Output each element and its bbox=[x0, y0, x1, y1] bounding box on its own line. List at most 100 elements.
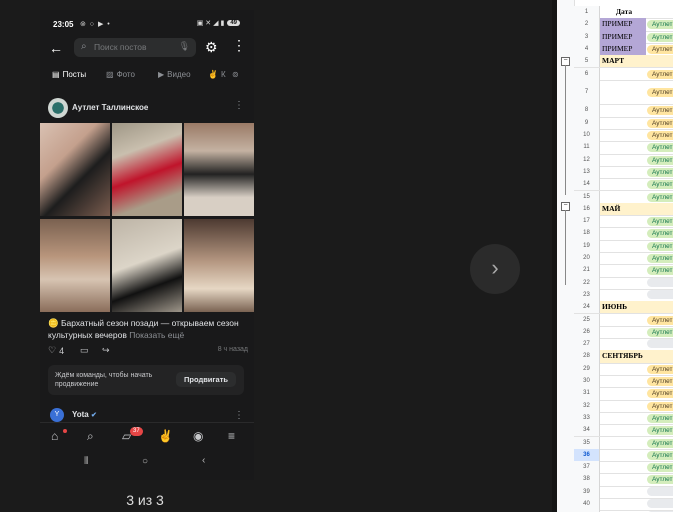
row-number[interactable]: 33 bbox=[574, 411, 600, 425]
cell-status[interactable]: Аутлет bbox=[647, 314, 673, 326]
cell-text[interactable] bbox=[600, 154, 646, 166]
row-number[interactable]: 20 bbox=[574, 252, 600, 265]
row-number[interactable]: 39 bbox=[574, 485, 600, 498]
back-arrow-icon[interactable]: ← bbox=[49, 40, 63, 56]
cell-status[interactable]: Аутлет bbox=[647, 375, 673, 387]
status-chip[interactable] bbox=[647, 289, 673, 299]
tab-video[interactable]: ▶ Видео bbox=[158, 70, 191, 79]
cell-text[interactable] bbox=[600, 338, 646, 350]
status-chip[interactable]: Аутлет bbox=[647, 377, 673, 386]
status-chip[interactable]: Аутлет bbox=[647, 167, 673, 177]
row-number[interactable]: 6 bbox=[574, 67, 600, 80]
cell-text[interactable] bbox=[600, 449, 646, 461]
cell-text[interactable] bbox=[600, 215, 646, 227]
status-chip[interactable]: Аутлет bbox=[647, 69, 673, 79]
status-chip[interactable]: Аутлет bbox=[647, 143, 673, 153]
clips-nav-icon[interactable]: ✌ bbox=[158, 429, 173, 443]
recents-icon[interactable]: ⦀ bbox=[84, 456, 88, 467]
cell-text[interactable] bbox=[600, 141, 646, 153]
row-number[interactable]: 38 bbox=[574, 473, 600, 486]
cell-text[interactable] bbox=[600, 277, 646, 289]
status-chip[interactable]: Аутлет bbox=[647, 413, 673, 423]
post-more-icon[interactable]: ⋮ bbox=[234, 410, 244, 421]
cell-status[interactable]: Аутлет bbox=[647, 449, 673, 461]
status-chip[interactable]: Аутлет bbox=[647, 327, 673, 337]
cell-status[interactable] bbox=[647, 289, 673, 301]
row-number[interactable]: 40 bbox=[574, 498, 600, 511]
like-button[interactable]: ♡ 4 bbox=[48, 345, 64, 356]
photo-1[interactable] bbox=[40, 123, 110, 216]
cell-status[interactable]: Аутлет bbox=[647, 154, 673, 166]
cell-status[interactable]: Аутлет bbox=[647, 68, 673, 80]
row-number[interactable]: 15 bbox=[574, 190, 600, 203]
status-chip[interactable]: Аутлет bbox=[647, 475, 673, 485]
cell-text[interactable] bbox=[600, 326, 646, 338]
cell-status[interactable]: Аутлет bbox=[647, 227, 673, 239]
cell-text[interactable] bbox=[600, 437, 646, 449]
row-number[interactable]: 7 bbox=[574, 79, 600, 105]
cell-text[interactable] bbox=[600, 424, 646, 436]
cell-status[interactable]: Аутлет bbox=[647, 326, 673, 338]
row-number[interactable]: 3 bbox=[574, 30, 600, 43]
row-number[interactable]: 32 bbox=[574, 399, 600, 412]
status-chip[interactable]: Аутлет bbox=[647, 401, 673, 411]
status-chip[interactable]: Аутлет bbox=[647, 315, 673, 325]
search-input[interactable]: ⌕ Поиск постов 🎙︎ bbox=[74, 38, 196, 57]
home-button-icon[interactable]: ○ bbox=[142, 456, 148, 467]
photo-3[interactable] bbox=[184, 123, 254, 216]
cell-text[interactable]: МАРТ bbox=[600, 55, 673, 68]
next-image-button[interactable]: › bbox=[470, 244, 520, 294]
cell-text[interactable] bbox=[600, 68, 646, 80]
row-number[interactable]: 17 bbox=[574, 215, 600, 228]
row-number[interactable]: 2 bbox=[574, 18, 600, 31]
cell-status[interactable]: Аутлет bbox=[647, 129, 673, 141]
cell-text[interactable] bbox=[600, 486, 646, 498]
cell-text[interactable] bbox=[600, 80, 646, 105]
cell-status[interactable]: Аутлет bbox=[647, 18, 673, 30]
cell-status[interactable]: Аутлет bbox=[647, 424, 673, 436]
cell-status[interactable]: Аутлет bbox=[647, 400, 673, 412]
cell-status[interactable]: Аутлет bbox=[647, 141, 673, 153]
cell-text[interactable]: МАЙ bbox=[600, 202, 673, 216]
cell-text[interactable] bbox=[600, 252, 646, 264]
tab-settings-icon[interactable]: ⊚ bbox=[232, 70, 239, 79]
menu-icon[interactable]: ≡ bbox=[228, 429, 235, 443]
gear-icon[interactable]: ⚙ bbox=[205, 39, 218, 56]
cell-text[interactable]: ПРИМЕР bbox=[600, 18, 646, 31]
cell-status[interactable] bbox=[647, 338, 673, 350]
cell-text[interactable] bbox=[600, 498, 646, 510]
row-number[interactable]: 21 bbox=[574, 264, 600, 277]
cell-text[interactable] bbox=[600, 461, 646, 473]
row-number[interactable]: 8 bbox=[574, 104, 600, 117]
status-chip[interactable]: Аутлет bbox=[647, 229, 673, 239]
row-number[interactable]: 16 bbox=[574, 202, 600, 216]
cell-text[interactable] bbox=[600, 314, 646, 326]
photo-6[interactable] bbox=[184, 219, 254, 312]
status-chip[interactable]: Аутлет bbox=[647, 463, 673, 473]
status-chip[interactable]: Аутлет bbox=[647, 106, 673, 116]
cell-status[interactable]: Аутлет bbox=[647, 117, 673, 129]
cell-status[interactable]: Аутлет bbox=[647, 437, 673, 449]
row-number[interactable]: 22 bbox=[574, 276, 600, 289]
tab-photo[interactable]: ▨ Фото bbox=[106, 70, 135, 79]
cell-text[interactable] bbox=[600, 473, 646, 485]
row-number[interactable]: 29 bbox=[574, 362, 600, 375]
avatar[interactable] bbox=[48, 98, 68, 118]
cell-status[interactable]: Аутлет bbox=[647, 166, 673, 178]
profile-icon[interactable]: ◉ bbox=[193, 429, 203, 443]
photo-2[interactable] bbox=[112, 123, 182, 216]
cell-text[interactable] bbox=[600, 363, 646, 375]
row-number[interactable]: 11 bbox=[574, 141, 600, 154]
row-number[interactable]: 10 bbox=[574, 129, 600, 142]
cell-text[interactable] bbox=[600, 178, 646, 190]
tab-clips[interactable]: ✌ К bbox=[208, 70, 226, 79]
cell-status[interactable]: Аутлет bbox=[647, 387, 673, 399]
avatar[interactable]: Y bbox=[50, 408, 64, 422]
cell-status[interactable] bbox=[647, 277, 673, 289]
status-chip[interactable]: Аутлет bbox=[647, 389, 673, 399]
row-number[interactable]: 13 bbox=[574, 165, 600, 179]
status-chip[interactable]: Аутлет bbox=[647, 241, 673, 251]
microphone-icon[interactable]: 🎙︎ bbox=[179, 41, 190, 52]
status-chip[interactable]: Аутлет bbox=[647, 87, 673, 97]
cell-status[interactable]: Аутлет bbox=[647, 104, 673, 116]
